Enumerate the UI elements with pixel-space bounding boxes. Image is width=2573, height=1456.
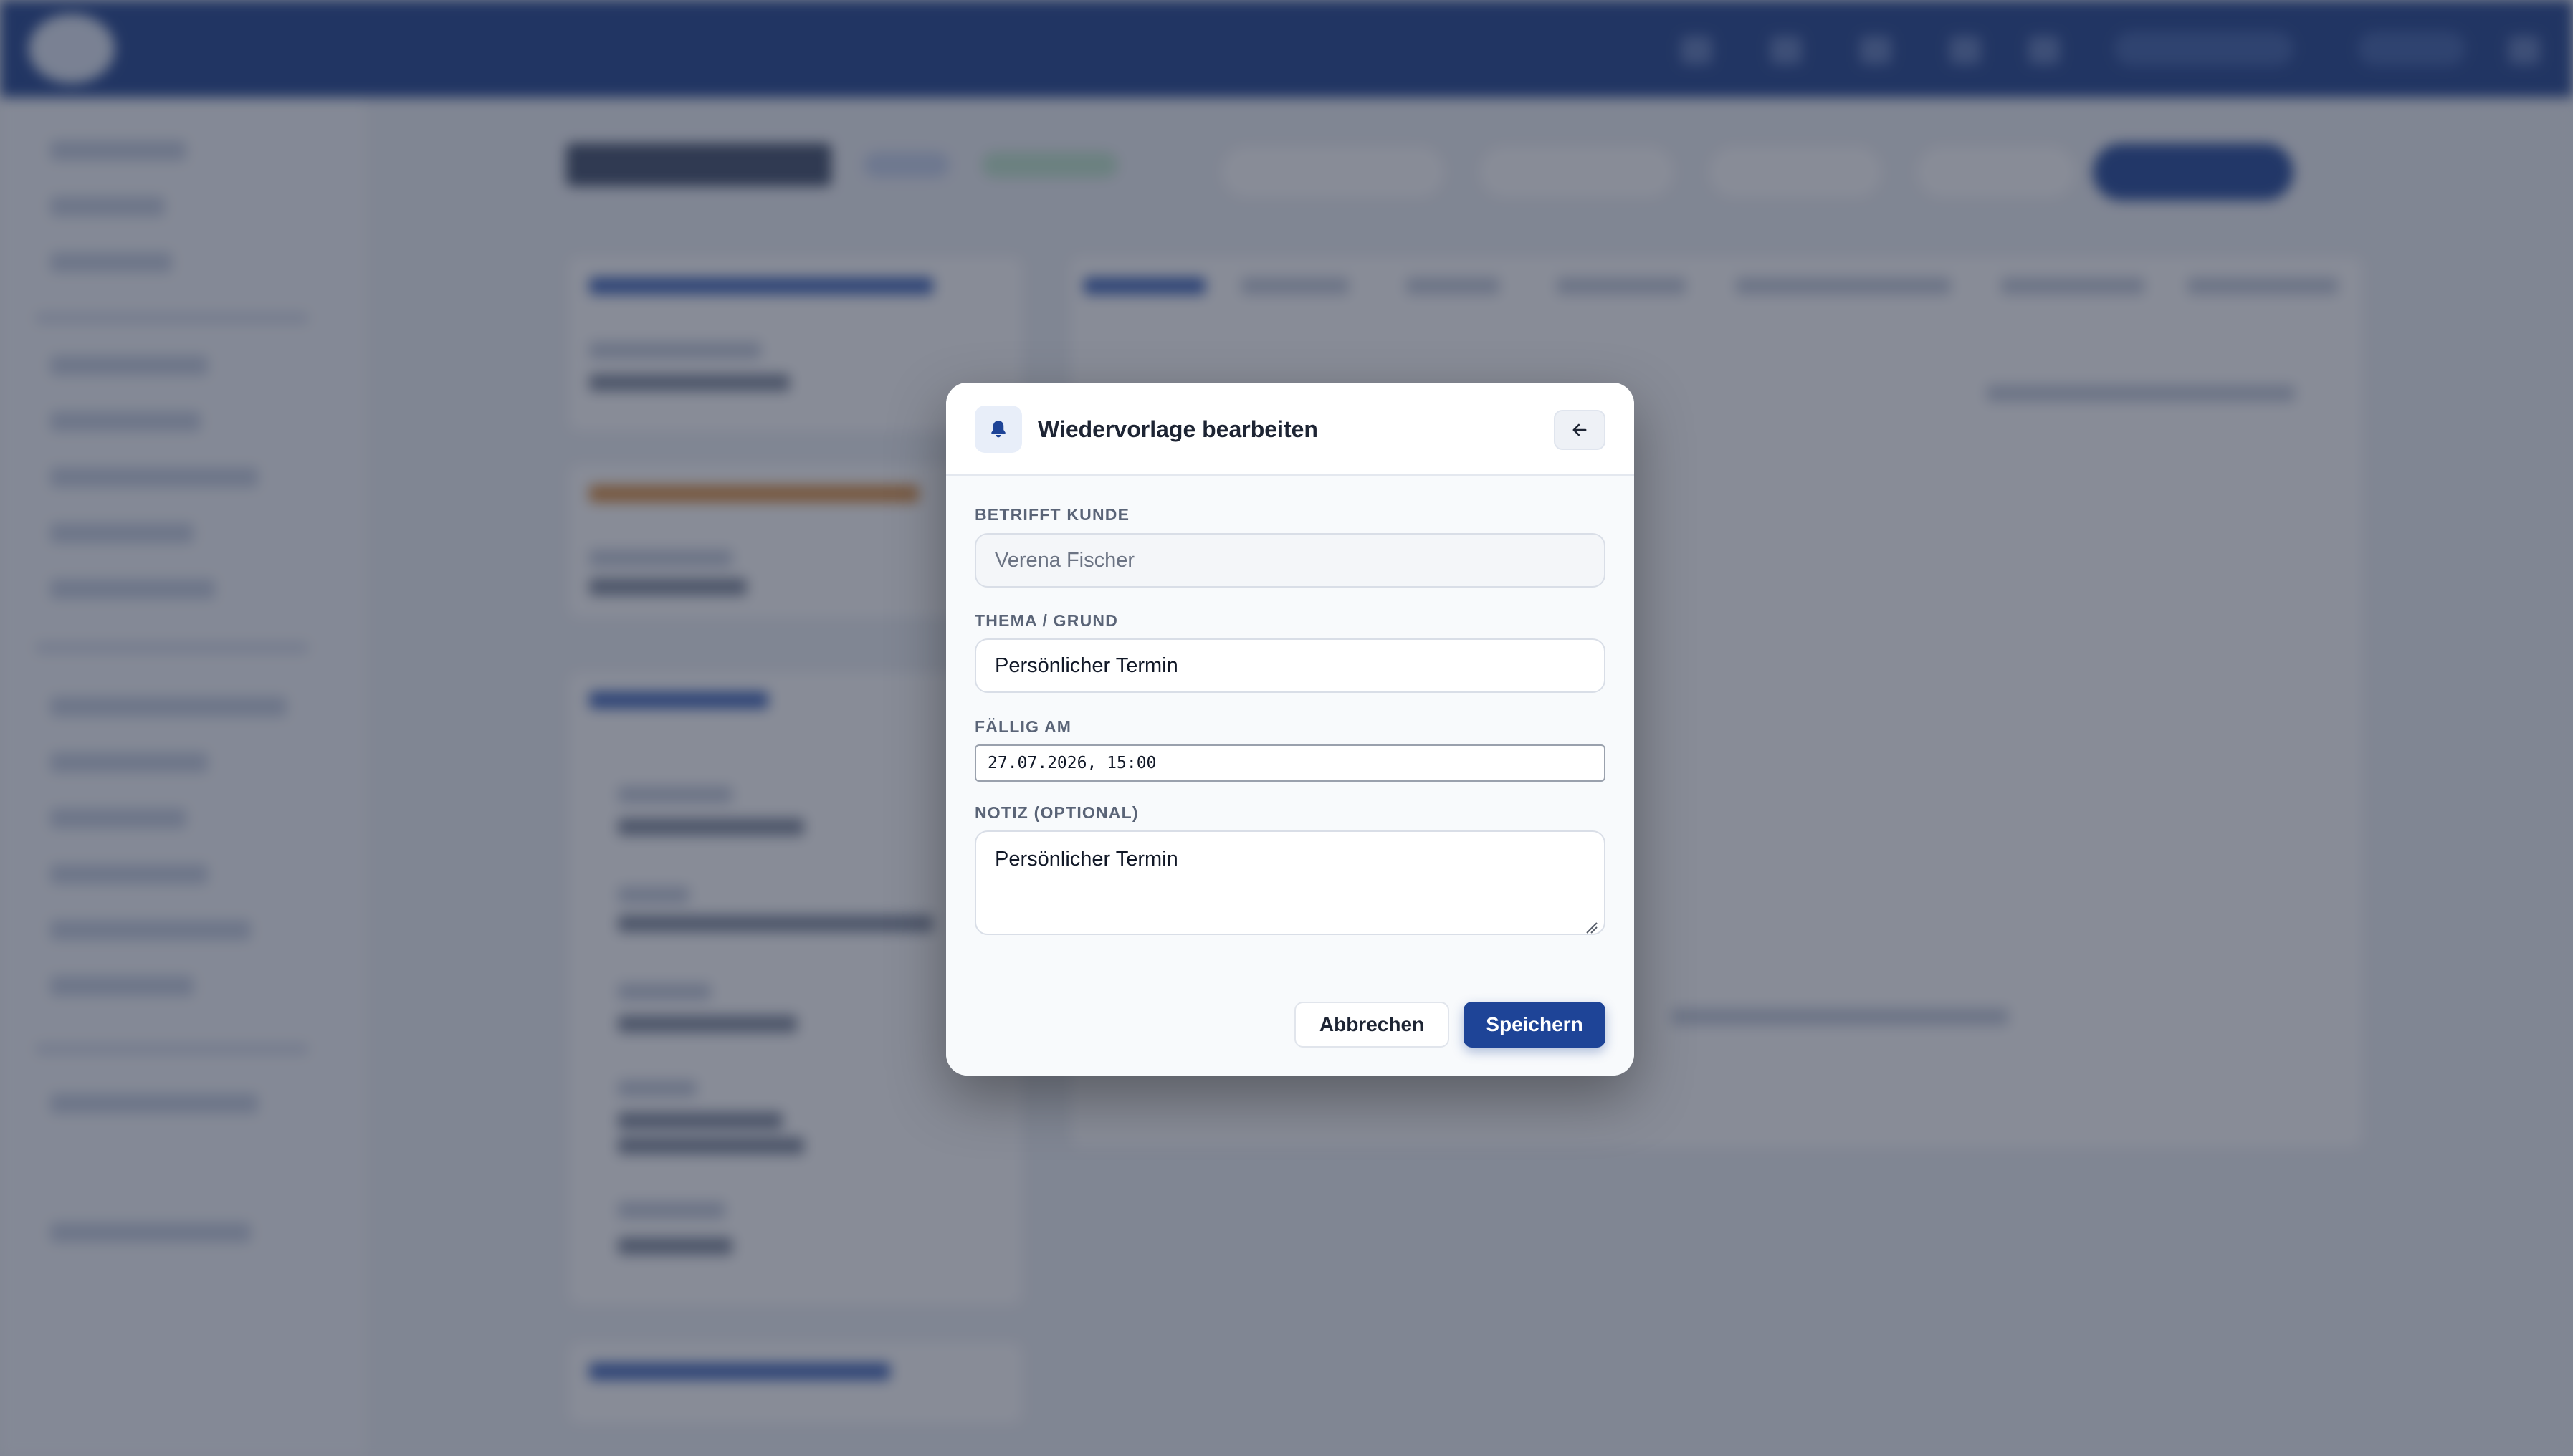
app-root: Wiedervorlage bearbeiten BETRIFFT KUNDE … [0, 0, 2573, 1456]
due-datetime-input[interactable]: 27.07.2026, 15:00 [975, 744, 1605, 782]
cancel-button[interactable]: Abbrechen [1294, 1002, 1449, 1048]
save-button[interactable]: Speichern [1464, 1002, 1605, 1048]
bell-icon [975, 406, 1022, 453]
back-button[interactable] [1554, 410, 1605, 450]
topic-input[interactable] [975, 638, 1605, 693]
field-label-topic: THEMA / GRUND [975, 611, 1119, 630]
field-label-note: NOTIZ (OPTIONAL) [975, 803, 1139, 822]
arrow-left-icon [1572, 423, 1587, 436]
note-textarea[interactable] [975, 830, 1605, 935]
dialog-title: Wiedervorlage bearbeiten [1038, 416, 1318, 442]
edit-follow-up-dialog: Wiedervorlage bearbeiten BETRIFFT KUNDE … [946, 383, 1634, 1076]
resize-handle-icon[interactable] [1584, 920, 1598, 934]
customer-input[interactable] [975, 533, 1605, 588]
field-label-customer: BETRIFFT KUNDE [975, 505, 1130, 524]
dialog-header: Wiedervorlage bearbeiten [946, 383, 1634, 476]
field-label-due: FÄLLIG AM [975, 717, 1072, 736]
